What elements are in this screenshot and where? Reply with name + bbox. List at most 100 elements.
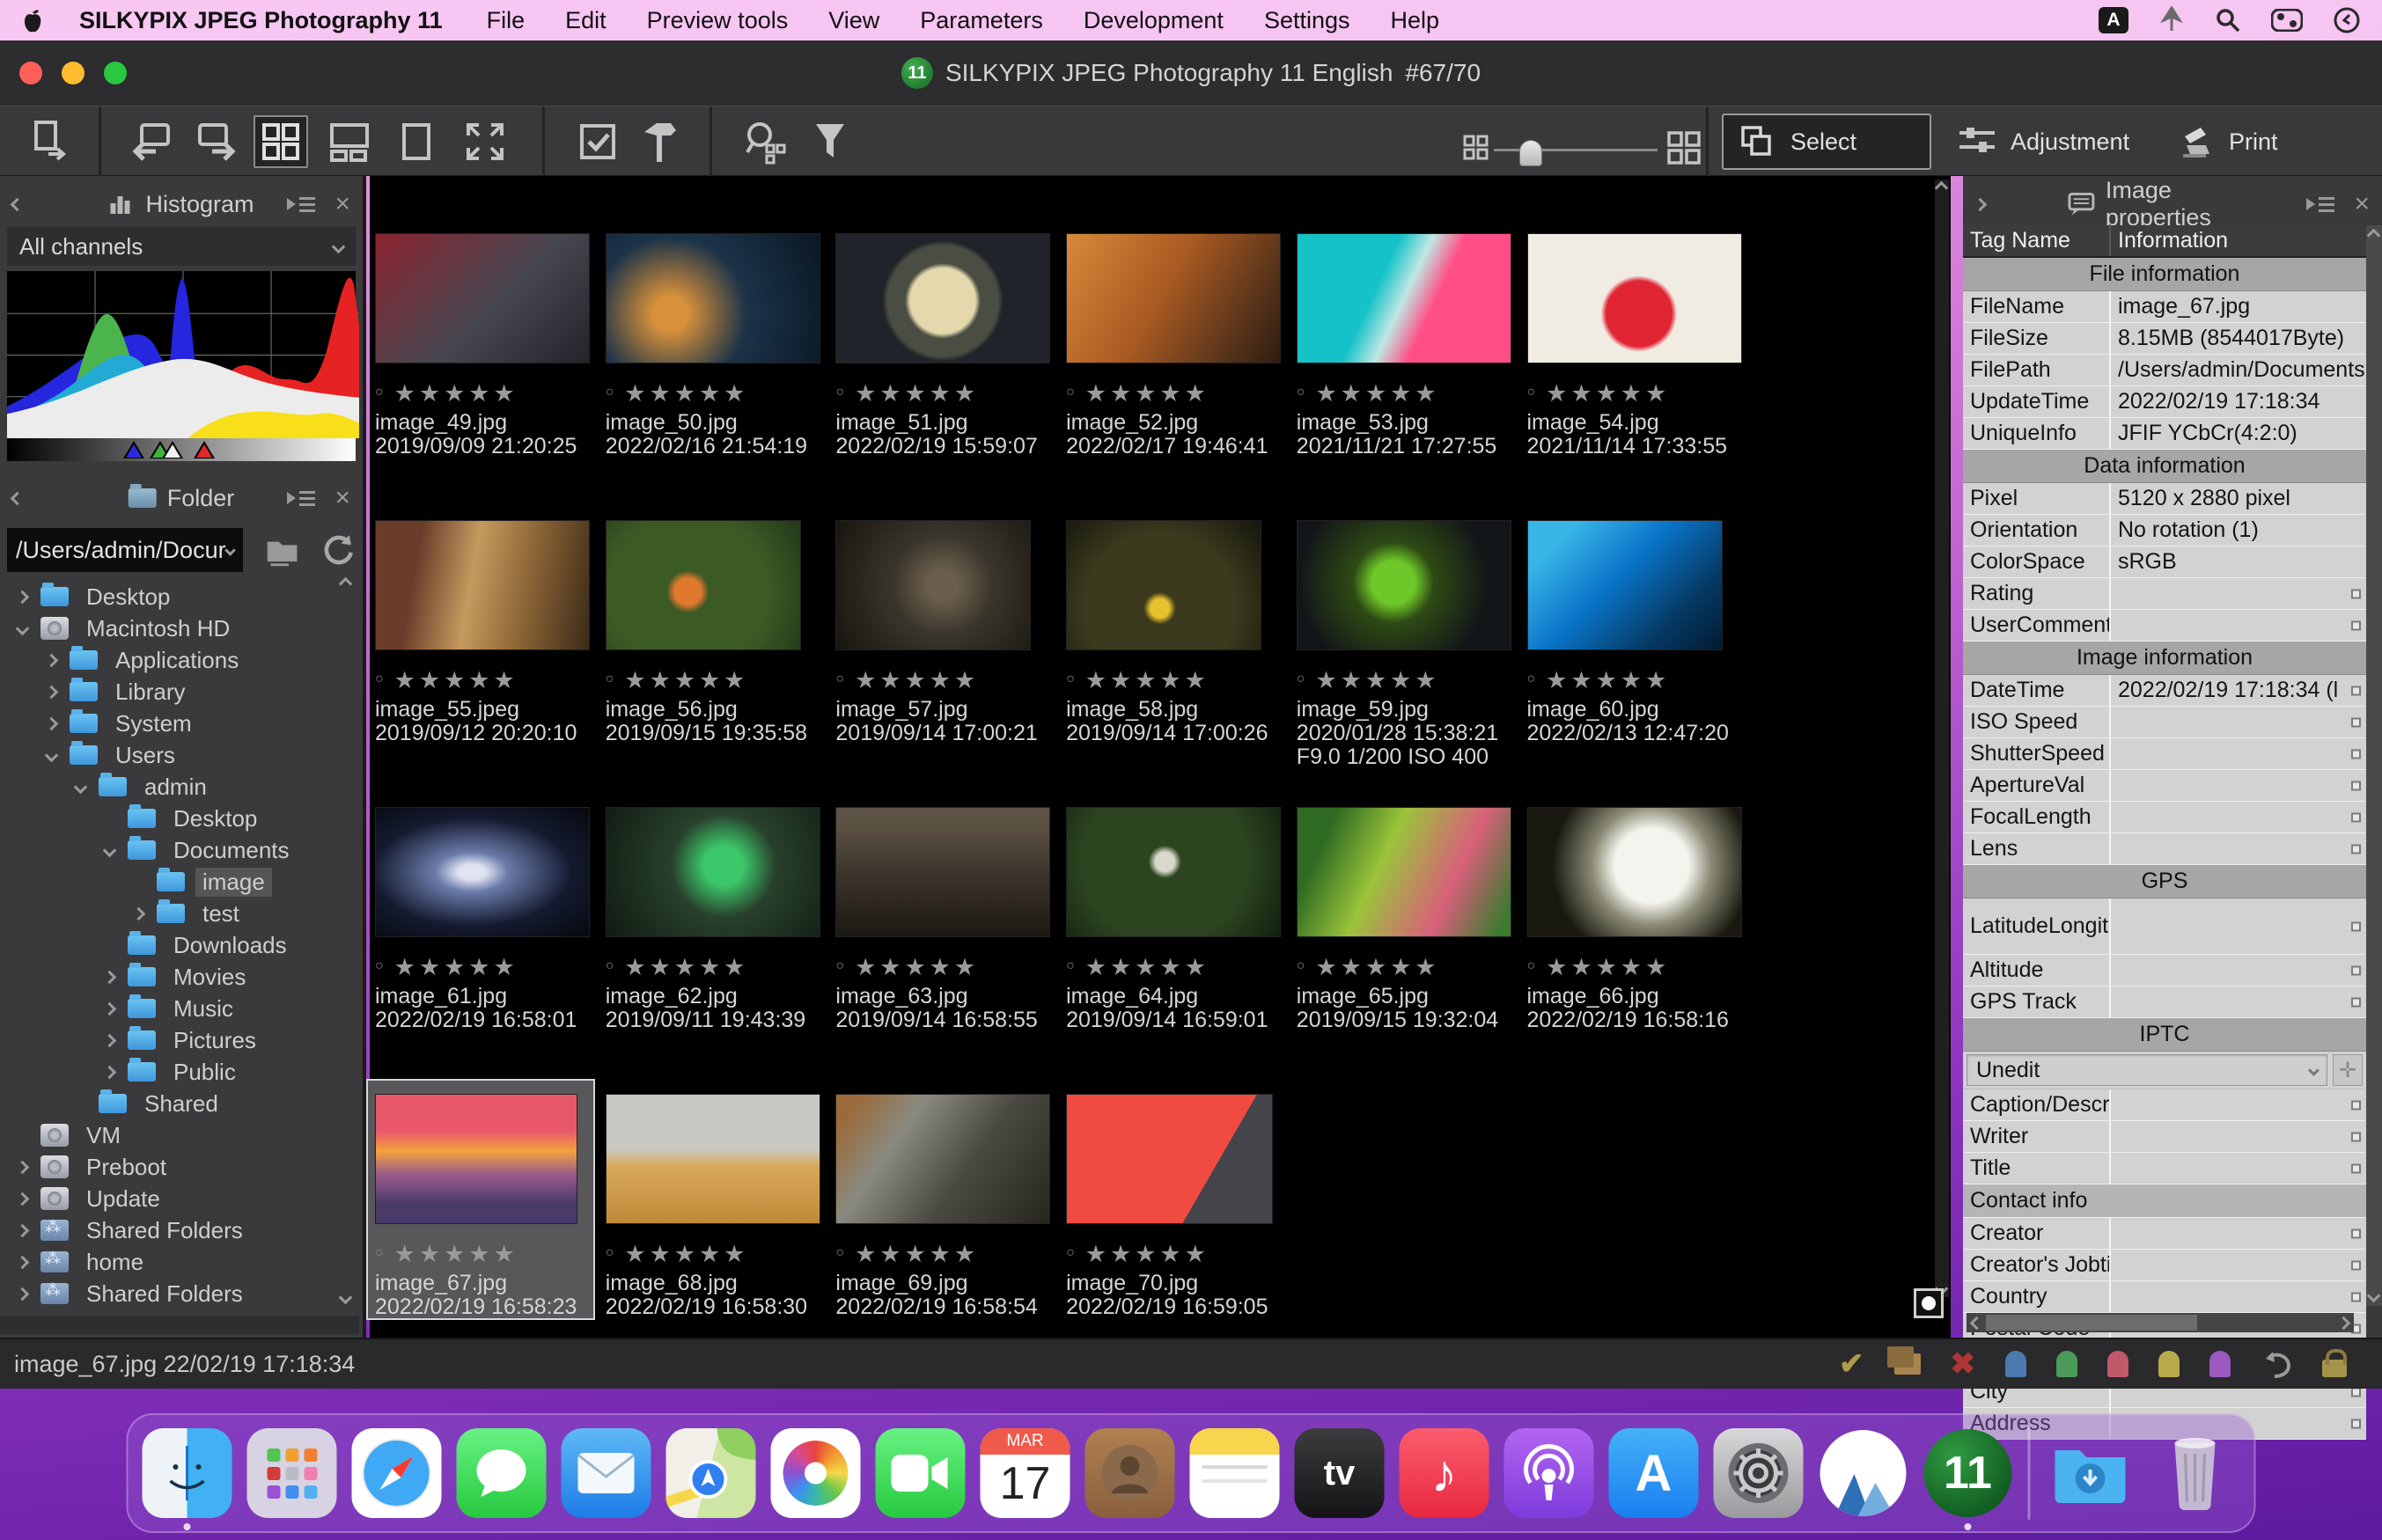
grid-view-icon[interactable]	[254, 115, 308, 168]
edit-handle-icon[interactable]	[2351, 1163, 2361, 1173]
chevron-closed-icon[interactable]	[99, 1067, 119, 1077]
tree-item-pictures[interactable]: Pictures	[0, 1024, 363, 1056]
property-value[interactable]	[2111, 1281, 2366, 1312]
navigator-toggle-button[interactable]	[1914, 1288, 1944, 1318]
rating-stars[interactable]: ○★★★★★	[835, 954, 979, 981]
mark-icon[interactable]	[570, 115, 625, 168]
scroll-left-icon[interactable]	[1970, 1316, 1984, 1331]
edit-handle-icon[interactable]	[2351, 1132, 2361, 1141]
panel-menu-icon[interactable]	[287, 197, 315, 212]
thumbnail-size-slider[interactable]	[1494, 149, 1658, 151]
thumbnail-image[interactable]	[375, 520, 590, 650]
tag-yellow-icon[interactable]	[2158, 1351, 2180, 1377]
menu-item-preview-tools[interactable]: Preview tools	[647, 7, 789, 34]
rating-stars[interactable]: ○★★★★★	[1066, 380, 1209, 407]
downloads-dock-icon[interactable]	[2046, 1428, 2136, 1518]
thumbnail-image[interactable]	[1066, 520, 1261, 650]
shadow-marker-blue[interactable]	[123, 441, 144, 458]
notes-dock-icon[interactable]	[1190, 1428, 1280, 1518]
tree-item-system[interactable]: System	[0, 708, 363, 739]
tree-item-shared[interactable]: Shared	[0, 1088, 363, 1119]
thumbnail-image[interactable]	[835, 807, 1050, 937]
podcasts-dock-icon[interactable]	[1504, 1428, 1594, 1518]
delete-icon[interactable]: ✖	[1951, 1346, 1976, 1382]
close-panel-icon[interactable]: ×	[335, 485, 350, 511]
minimize-window-button[interactable]	[62, 62, 85, 84]
apple-icon[interactable]	[21, 6, 44, 34]
thumbnail-image[interactable]	[375, 807, 590, 937]
input-source-icon[interactable]: A	[2099, 7, 2128, 33]
property-value[interactable]	[2111, 955, 2366, 986]
zoom-in-grid-icon[interactable]	[1667, 131, 1701, 165]
menu-item-help[interactable]: Help	[1391, 7, 1440, 34]
tree-item-image[interactable]: image	[0, 866, 363, 898]
thumbnail-image[interactable]	[606, 1094, 820, 1224]
siri-clock-icon[interactable]	[2333, 6, 2361, 34]
properties-vscrollbar[interactable]	[2366, 225, 2382, 1306]
property-value[interactable]	[2111, 986, 2366, 1017]
thumbnail-image[interactable]	[606, 807, 820, 937]
print-button[interactable]: Print	[2174, 114, 2278, 170]
select-mode-button[interactable]: Select	[1722, 114, 1931, 170]
tree-hscrollbar[interactable]	[0, 1316, 359, 1334]
silkypix-11-dock-icon[interactable]: 11	[1923, 1428, 2013, 1518]
property-value[interactable]	[2111, 1121, 2366, 1152]
rating-stars[interactable]: ○★★★★★	[606, 1241, 749, 1268]
folder-path-input[interactable]: /Users/admin/Docur	[7, 528, 243, 572]
property-value[interactable]	[2111, 770, 2366, 801]
iptc-preset-add-button[interactable]: ✛	[2333, 1054, 2363, 1086]
rating-stars[interactable]: ○★★★★★	[1527, 667, 1671, 694]
close-window-button[interactable]	[19, 62, 42, 84]
tree-item-test[interactable]: test	[0, 898, 363, 929]
edit-handle-icon[interactable]	[2351, 997, 2361, 1007]
hscroll-thumb[interactable]	[1986, 1315, 2197, 1331]
rating-stars[interactable]: ○★★★★★	[1066, 1241, 1209, 1268]
property-value[interactable]	[2111, 802, 2366, 832]
location-icon[interactable]	[2158, 6, 2185, 34]
edit-handle-icon[interactable]	[2351, 1228, 2361, 1238]
panel-menu-icon[interactable]	[2306, 197, 2334, 212]
collapse-panel-icon[interactable]	[1974, 197, 1988, 211]
develop-tool-icon[interactable]	[632, 115, 687, 168]
tree-item-public[interactable]: Public	[0, 1056, 363, 1088]
thumbnail-image[interactable]	[375, 1094, 577, 1224]
messages-dock-icon[interactable]	[457, 1428, 547, 1518]
refresh-icon[interactable]	[321, 532, 356, 568]
tag-red-icon[interactable]	[2107, 1351, 2128, 1377]
trash-dock-icon[interactable]	[2150, 1428, 2240, 1518]
chevron-open-icon[interactable]	[12, 624, 32, 634]
app-store-dock-icon[interactable]: A	[1609, 1428, 1699, 1518]
scroll-right-icon[interactable]	[2337, 1316, 2351, 1331]
tree-item-documents[interactable]: Documents	[0, 834, 363, 866]
thumbnail-image[interactable]	[835, 520, 1031, 650]
thumbnail-image[interactable]	[1066, 807, 1281, 937]
property-value[interactable]	[2111, 707, 2366, 737]
rating-stars[interactable]: ○★★★★★	[375, 954, 518, 981]
chevron-closed-icon[interactable]	[99, 1036, 119, 1045]
tree-item-home[interactable]: home	[0, 1246, 363, 1278]
control-center-icon[interactable]	[2271, 9, 2303, 32]
rating-stars[interactable]: ○★★★★★	[606, 380, 749, 407]
adjustment-mode-button[interactable]: Adjustment	[1958, 114, 2129, 170]
filmstrip-view-icon[interactable]	[322, 115, 377, 168]
chevron-closed-icon[interactable]	[12, 1226, 32, 1236]
thumbnail-image[interactable]	[1527, 807, 1742, 937]
chevron-open-icon[interactable]	[41, 751, 61, 760]
thumbnail-image[interactable]	[606, 233, 820, 363]
menu-app-name[interactable]: SILKYPIX JPEG Photography 11	[79, 7, 443, 34]
thumbnail-image[interactable]	[835, 1094, 1050, 1224]
calendar-dock-icon[interactable]: MAR17	[981, 1428, 1070, 1518]
edit-handle-icon[interactable]	[2351, 1419, 2361, 1428]
iptc-preset-select[interactable]: Unedit	[1967, 1054, 2327, 1086]
copy-icon[interactable]	[1894, 1353, 1921, 1375]
thumbnail-image[interactable]	[1066, 1094, 1273, 1224]
fullscreen-icon[interactable]	[456, 115, 514, 168]
thumbnail-image[interactable]	[375, 233, 590, 363]
tree-item-downloads[interactable]: Downloads	[0, 929, 363, 961]
tree-item-desktop[interactable]: Desktop	[0, 803, 363, 834]
rating-stars[interactable]: ○★★★★★	[835, 380, 979, 407]
tree-item-macintosh-hd[interactable]: Macintosh HD	[0, 612, 363, 644]
edit-handle-icon[interactable]	[2351, 589, 2361, 598]
new-folder-icon[interactable]	[264, 532, 300, 568]
chevron-closed-icon[interactable]	[99, 972, 119, 982]
